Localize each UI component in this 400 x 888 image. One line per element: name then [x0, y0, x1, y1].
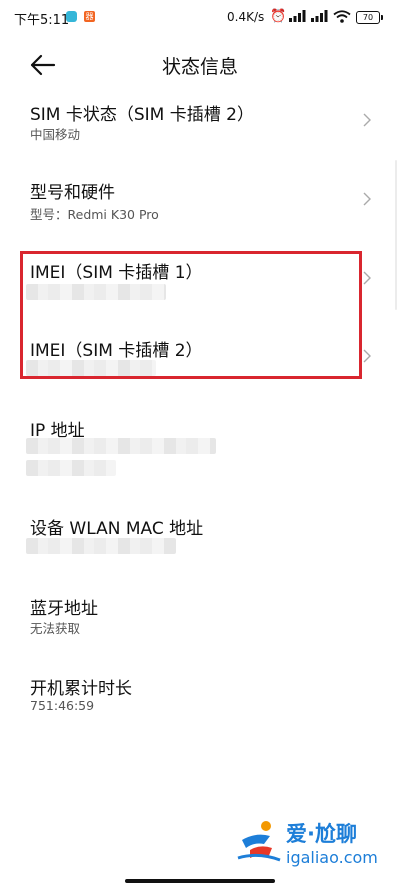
item-subtitle: 无法获取	[30, 621, 81, 636]
list-item-bluetooth-address: 蓝牙地址 无法获取	[0, 586, 400, 642]
list-item-sim-status[interactable]: SIM 卡状态（SIM 卡插槽 2） 中国移动	[0, 92, 400, 156]
chevron-right-icon	[363, 349, 371, 363]
item-subtitle: 型号：Redmi K30 Pro	[30, 207, 159, 222]
list-item-ip-address: IP 地址	[0, 408, 400, 488]
chevron-right-icon	[363, 271, 371, 285]
list-item-uptime: 开机累计时长 751:46:59	[0, 666, 400, 722]
watermark: 爱·尬聊 igaliao.com	[236, 812, 396, 872]
redacted-value	[26, 438, 216, 454]
home-indicator[interactable]	[125, 879, 275, 883]
highlight-box	[20, 251, 362, 379]
item-title: 设备 WLAN MAC 地址	[30, 519, 204, 539]
item-title: 蓝牙地址	[30, 599, 98, 619]
signal-sim2-icon	[311, 10, 328, 22]
list-item-wlan-mac: 设备 WLAN MAC 地址	[0, 506, 400, 566]
item-subtitle: 中国移动	[30, 127, 81, 142]
wifi-icon	[333, 10, 351, 23]
list-item-model-hardware[interactable]: 型号和硬件 型号：Redmi K30 Pro	[0, 170, 400, 236]
item-title: 开机累计时长	[30, 679, 132, 699]
battery-icon: 70	[356, 11, 383, 24]
redacted-value	[26, 460, 116, 476]
page-title: 状态信息	[161, 56, 238, 78]
chevron-right-icon	[363, 192, 371, 206]
item-title: SIM 卡状态（SIM 卡插槽 2）	[30, 105, 254, 125]
notification-app-icon	[66, 11, 77, 22]
status-bar: 下午5:11 器 0.4K/s ⏰ 70	[0, 0, 400, 34]
status-time: 下午5:11	[14, 13, 70, 28]
notification-badge-icon: 器	[84, 11, 95, 22]
chevron-right-icon	[363, 113, 371, 127]
watermark-url: igaliao.com	[286, 848, 378, 867]
scrollbar[interactable]	[395, 160, 397, 310]
redacted-value	[26, 538, 176, 554]
alarm-icon: ⏰	[270, 9, 287, 24]
network-speed: 0.4K/s	[227, 10, 265, 24]
watermark-brand: 爱·尬聊	[286, 822, 357, 846]
watermark-logo-icon	[237, 821, 281, 862]
signal-sim1-icon	[289, 10, 306, 22]
item-subtitle: 751:46:59	[30, 698, 95, 713]
item-title: 型号和硬件	[30, 183, 115, 203]
